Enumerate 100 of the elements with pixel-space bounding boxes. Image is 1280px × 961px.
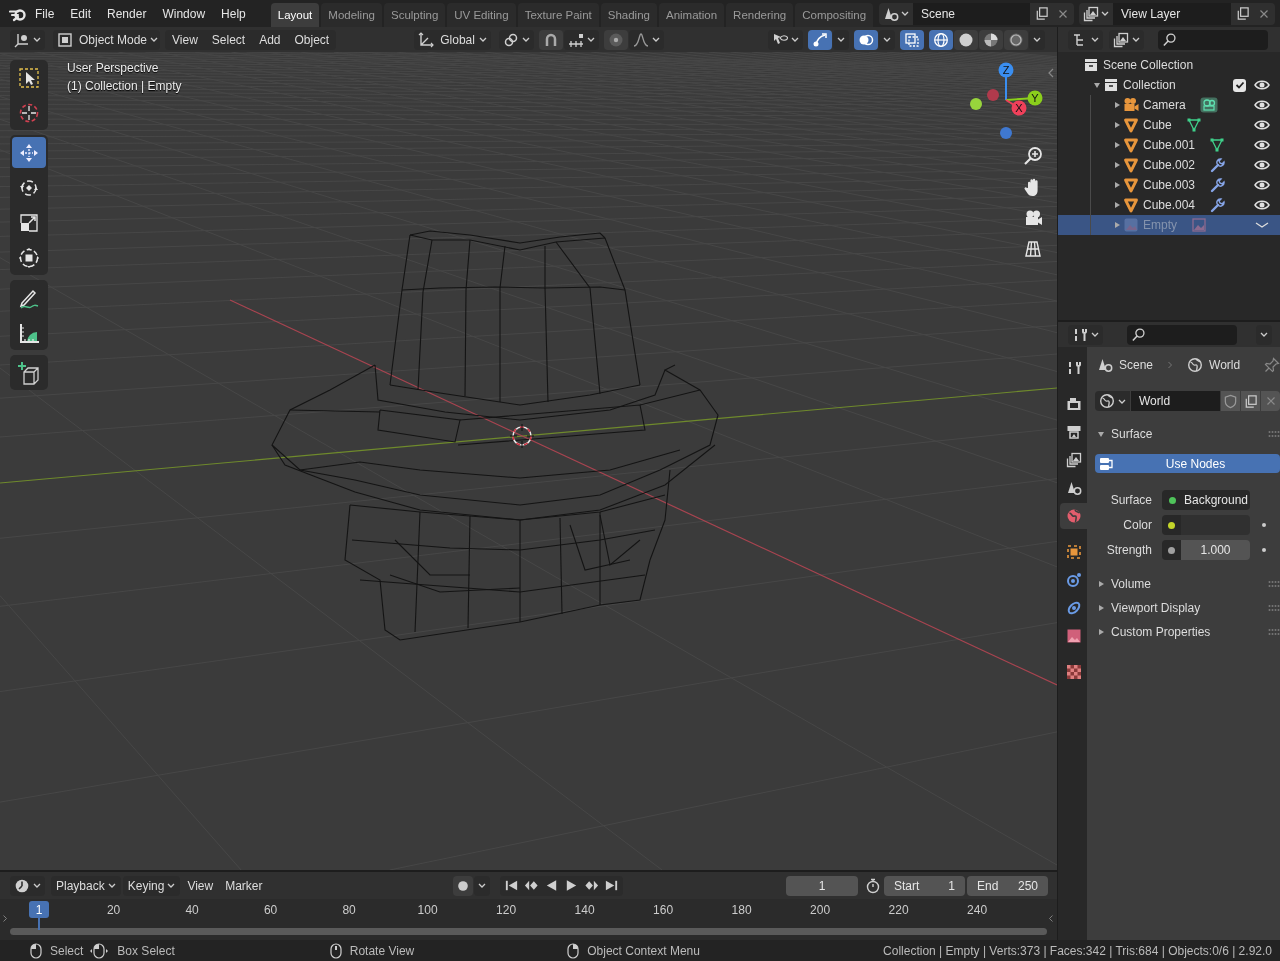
editor-type-dropdown[interactable] — [1068, 29, 1103, 50]
keyframe-dot-icon[interactable] — [1260, 546, 1268, 554]
shading-button[interactable] — [929, 29, 953, 50]
axis-handle[interactable]: Z — [998, 62, 1014, 101]
chevron-right-icon[interactable] — [2, 914, 8, 923]
workspace-tab[interactable]: UV Editing — [447, 3, 516, 27]
workspace-tab[interactable]: Animation — [658, 3, 725, 27]
outliner-item[interactable]: Scene Collection — [1058, 55, 1280, 75]
checkbox[interactable] — [1233, 78, 1246, 92]
fake-user-button[interactable] — [1221, 391, 1240, 411]
zoom-icon[interactable] — [1023, 146, 1043, 166]
copy-button[interactable] — [1241, 391, 1260, 411]
playhead[interactable]: 1 — [29, 901, 49, 918]
axis-handle[interactable] — [1000, 127, 1012, 139]
editor-type-dropdown[interactable] — [1068, 324, 1103, 345]
editor-type-dropdown[interactable] — [10, 29, 45, 50]
menu-item[interactable]: View — [182, 875, 219, 896]
disclosure-triangle-icon[interactable] — [1113, 121, 1121, 129]
gizmos-toggle[interactable] — [808, 29, 832, 50]
scene-icon — [1065, 480, 1082, 496]
display-mode-dropdown[interactable] — [1109, 29, 1144, 50]
panel-header[interactable]: Custom Properties — [1095, 620, 1280, 644]
workspace-tab[interactable]: Texture Paint — [517, 3, 599, 27]
panel-header[interactable]: Viewport Display — [1095, 596, 1280, 620]
stopwatch-icon[interactable] — [865, 877, 881, 894]
chevron-left-icon[interactable] — [1047, 67, 1055, 79]
snap-type-dropdown[interactable] — [564, 29, 600, 50]
pivot-dropdown[interactable] — [499, 29, 535, 50]
outliner-item[interactable]: Collection — [1058, 75, 1280, 95]
menu-item[interactable]: Help — [213, 6, 254, 21]
scene-type-dropdown[interactable] — [879, 2, 913, 25]
shading-button[interactable] — [1004, 29, 1028, 50]
copy-button[interactable] — [1231, 2, 1253, 25]
copy-button[interactable] — [1030, 2, 1052, 25]
shading-button[interactable] — [954, 29, 978, 50]
mode-dropdown[interactable]: Object Mode — [53, 29, 160, 50]
disclosure-triangle-icon[interactable] — [1113, 181, 1121, 189]
panel-header[interactable]: Volume — [1095, 572, 1280, 596]
editor-type-dropdown[interactable] — [10, 875, 45, 896]
end-frame-field[interactable]: End 250 — [967, 875, 1048, 896]
playhead-line — [38, 918, 40, 930]
close-button[interactable] — [1052, 2, 1074, 25]
workspace-tab[interactable]: Modeling — [321, 3, 382, 27]
menu-item[interactable]: Add — [252, 32, 288, 47]
close-button[interactable] — [1253, 2, 1275, 25]
workspace-tab[interactable]: Rendering — [726, 3, 794, 27]
workspace-tab[interactable]: Compositing — [795, 3, 874, 27]
menu-item[interactable]: View — [165, 32, 205, 47]
world-type-dropdown[interactable] — [1095, 391, 1130, 411]
disclosure-triangle-icon[interactable] — [1113, 141, 1121, 149]
visibility-dropdown[interactable] — [768, 29, 803, 50]
frame-number: 20 — [106, 903, 121, 917]
disclosure-triangle-icon[interactable] — [1113, 161, 1121, 169]
axis-handle[interactable] — [987, 89, 999, 101]
jump-start-icon[interactable] — [503, 878, 519, 893]
current-frame-field[interactable]: 1 — [786, 875, 858, 896]
auto-keying-toggle[interactable] — [452, 875, 473, 896]
axis-handle[interactable] — [970, 98, 982, 110]
grid-icon[interactable] — [1023, 239, 1043, 259]
triangle-icon — [1123, 197, 1139, 213]
disclosure-triangle-icon[interactable] — [1093, 81, 1101, 89]
menu-item[interactable]: File — [27, 6, 63, 21]
menu-dropdown[interactable]: Keying — [122, 875, 181, 896]
start-frame-field[interactable]: Start 1 — [884, 875, 965, 896]
search-field[interactable] — [1158, 29, 1268, 50]
workspace-tab[interactable]: Sculpting — [383, 3, 446, 27]
workspace-tab[interactable]: Shading — [600, 3, 657, 27]
jump-end-icon[interactable] — [603, 878, 619, 893]
xray-toggle[interactable] — [900, 29, 924, 50]
falloff-dropdown[interactable] — [629, 29, 665, 50]
menu-item[interactable]: Window — [154, 6, 214, 21]
proportional-editing-toggle[interactable] — [604, 29, 629, 50]
menu-item[interactable]: Object — [287, 32, 337, 47]
chevron-left-icon[interactable] — [1048, 914, 1054, 923]
view-layer-type-dropdown[interactable] — [1079, 2, 1113, 25]
keyframe-dot-icon[interactable] — [1260, 521, 1268, 529]
color-field[interactable] — [1162, 515, 1250, 535]
scrollbar[interactable] — [10, 928, 1047, 935]
menu-item[interactable]: Render — [99, 6, 155, 21]
view-layer-name-field[interactable]: View Layer — [1113, 2, 1231, 25]
orientation-dropdown[interactable]: Global — [414, 29, 492, 50]
disclosure-triangle-icon[interactable] — [1113, 101, 1121, 109]
menu-item[interactable]: Select — [204, 32, 253, 47]
options-dropdown[interactable] — [1256, 324, 1272, 345]
menu-dropdown[interactable]: Playback — [51, 875, 121, 896]
shading-button[interactable] — [979, 29, 1003, 50]
panel-header[interactable]: Surface — [1095, 422, 1280, 446]
disclosure-triangle-icon[interactable] — [1113, 201, 1121, 209]
menu-item[interactable]: Edit — [62, 6, 100, 21]
camera-icon[interactable] — [1023, 208, 1043, 228]
snap-toggle[interactable] — [539, 29, 564, 50]
workspace-tab[interactable]: Layout — [270, 3, 320, 27]
search-field[interactable] — [1127, 324, 1237, 345]
menu-item[interactable]: Marker — [220, 875, 268, 896]
pin-icon[interactable] — [1264, 357, 1280, 373]
overlays-toggle[interactable] — [854, 29, 878, 50]
shader-field[interactable]: Background — [1162, 490, 1250, 510]
datablock-name-field[interactable]: World — [1131, 391, 1220, 411]
use-nodes-button[interactable]: Use Nodes — [1095, 454, 1280, 473]
scene-name-field[interactable]: Scene — [913, 2, 1030, 25]
